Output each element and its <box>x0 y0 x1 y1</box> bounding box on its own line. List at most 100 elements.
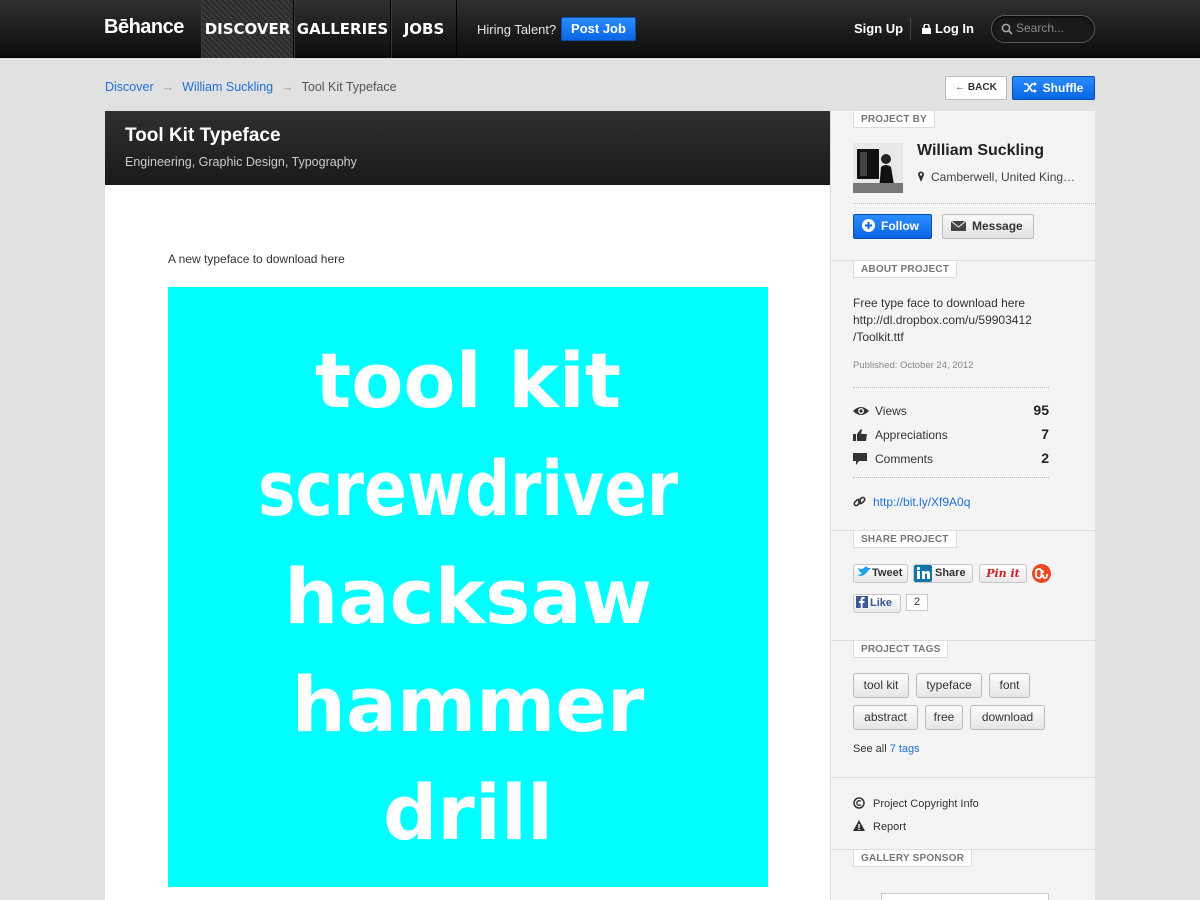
stat-label: Appreciations <box>875 428 948 442</box>
nav-tab-discover[interactable]: DISCOVER <box>201 0 294 58</box>
owner-avatar[interactable] <box>853 143 903 193</box>
see-all-tags: See all 7 tags <box>853 743 920 755</box>
tag-typeface[interactable]: typeface <box>916 673 982 698</box>
search-input[interactable] <box>1016 21 1090 35</box>
post-job-button[interactable]: Post Job <box>561 17 636 41</box>
artwork-word: hammer <box>292 660 645 749</box>
project-by-label: PROJECT BY <box>853 111 935 128</box>
about-line: http://dl.dropbox.com/u/59903412 <box>853 313 1032 327</box>
nav-tab-galleries[interactable]: GALLERIES <box>294 0 391 58</box>
tag-free[interactable]: free <box>925 705 963 730</box>
stat-label: Comments <box>875 452 934 466</box>
follow-label: Follow <box>881 219 919 233</box>
report-link[interactable]: Report <box>853 820 906 833</box>
gallery-sponsor-label: GALLERY SPONSOR <box>853 850 973 867</box>
owner-divider <box>853 203 1096 204</box>
share-project-label: SHARE PROJECT <box>853 531 957 548</box>
about-project-label: ABOUT PROJECT <box>853 261 958 278</box>
gallery-sponsor-ad[interactable] <box>881 893 1049 900</box>
section-divider <box>831 777 1096 778</box>
stat-value: 2 <box>1041 450 1049 466</box>
facebook-like-count: 2 <box>906 594 928 611</box>
top-navigation-bar: Bēhance DISCOVER GALLERIES JOBS Hiring T… <box>0 0 1200 58</box>
eye-icon <box>853 407 869 415</box>
thumbs-up-icon <box>853 429 867 441</box>
plus-circle-icon <box>862 219 875 232</box>
tweet-button[interactable]: Tweet <box>853 564 908 583</box>
stat-value: 7 <box>1041 426 1049 442</box>
see-all-prefix: See all <box>853 743 887 755</box>
linkedin-share-label: Share <box>935 567 966 579</box>
stats-divider <box>853 387 1049 388</box>
envelope-icon <box>951 221 966 231</box>
short-link: http://bit.ly/Xf9A0q <box>853 495 970 509</box>
comment-icon <box>853 453 867 465</box>
owner-name-link[interactable]: William Suckling <box>917 142 1044 160</box>
shuffle-button[interactable]: Shuffle <box>1012 76 1095 100</box>
link-icon <box>853 496 866 507</box>
see-all-tags-link[interactable]: 7 tags <box>890 743 920 755</box>
message-label: Message <box>972 219 1023 233</box>
artwork-word: drill <box>383 768 553 857</box>
artwork-word: screwdriver <box>258 444 678 533</box>
owner-location: Camberwell, United King… <box>917 170 1082 184</box>
breadcrumb: Discover → William Suckling → Tool Kit Typef… <box>105 80 397 94</box>
pin-it-button[interactable]: Pin it <box>979 564 1027 583</box>
published-date: Published: October 24, 2012 <box>853 360 974 371</box>
copyright-info-link[interactable]: Project Copyright Info <box>853 797 979 810</box>
follow-button[interactable]: Follow <box>853 214 932 239</box>
location-pin-icon <box>918 171 924 182</box>
facebook-like-button[interactable]: Like <box>853 594 901 613</box>
artwork-word: tool kit <box>315 336 621 425</box>
breadcrumb-arrow: → <box>281 80 294 94</box>
back-button[interactable]: ← BACK <box>945 76 1007 100</box>
project-artwork-image[interactable]: tool kit screwdriver hacksaw hammer dril… <box>168 287 768 887</box>
owner-location-text: Camberwell, United King… <box>931 170 1076 184</box>
report-label: Report <box>873 821 907 833</box>
stat-comments: Comments 2 <box>853 450 1049 467</box>
sign-up-link[interactable]: Sign Up <box>854 21 903 36</box>
log-in-label: Log In <box>935 21 974 36</box>
project-title: Tool Kit Typeface <box>125 125 281 146</box>
avatar-photo <box>853 143 903 193</box>
search-icon <box>1001 23 1013 35</box>
project-header: Tool Kit Typeface Engineering, Graphic D… <box>105 111 830 185</box>
stat-label: Views <box>875 404 907 418</box>
breadcrumb-current: Tool Kit Typeface <box>301 80 397 94</box>
project-content: A new typeface to download here tool kit… <box>105 185 830 900</box>
breadcrumb-arrow: → <box>161 80 175 94</box>
about-line: Free type face to download here <box>853 296 1026 310</box>
lock-icon <box>922 24 931 34</box>
hiring-talent-label: Hiring Talent? <box>477 22 557 37</box>
project-intro-text: A new typeface to download here <box>168 252 345 266</box>
stumbleupon-icon[interactable] <box>1032 564 1051 583</box>
stat-appreciations: Appreciations 7 <box>853 426 1049 443</box>
breadcrumb-owner[interactable]: William Suckling <box>182 80 273 94</box>
linkedin-icon <box>914 565 932 582</box>
message-button[interactable]: Message <box>942 214 1034 239</box>
artwork-typeface-sample: tool kit screwdriver hacksaw hammer dril… <box>258 336 678 857</box>
project-tags-label: PROJECT TAGS <box>853 641 949 658</box>
warning-icon <box>853 820 865 831</box>
project-sidebar: PROJECT BY William Suckling Camberwell, … <box>830 111 1096 900</box>
nav-tab-jobs[interactable]: JOBS <box>391 0 457 58</box>
linkedin-share-button[interactable]: Share <box>913 564 973 583</box>
log-in-link[interactable]: Log In <box>922 21 974 36</box>
tag-font[interactable]: font <box>989 673 1030 698</box>
tweet-label: Tweet <box>872 567 903 579</box>
tag-download[interactable]: download <box>970 705 1045 730</box>
nav-separator <box>910 18 911 40</box>
tag-abstract[interactable]: abstract <box>853 705 918 730</box>
behance-logo[interactable]: Bēhance <box>104 16 184 39</box>
copyright-icon <box>853 797 865 809</box>
tag-tool-kit[interactable]: tool kit <box>853 673 909 698</box>
stat-value: 95 <box>1033 402 1049 418</box>
shuffle-label: Shuffle <box>1042 81 1084 95</box>
stats-divider <box>853 477 1049 478</box>
breadcrumb-discover[interactable]: Discover <box>105 80 154 94</box>
search-box[interactable] <box>991 15 1095 43</box>
twitter-bird-icon <box>857 566 871 576</box>
shuffle-icon <box>1023 82 1037 93</box>
short-link-url[interactable]: http://bit.ly/Xf9A0q <box>873 495 970 509</box>
facebook-icon <box>856 596 868 608</box>
